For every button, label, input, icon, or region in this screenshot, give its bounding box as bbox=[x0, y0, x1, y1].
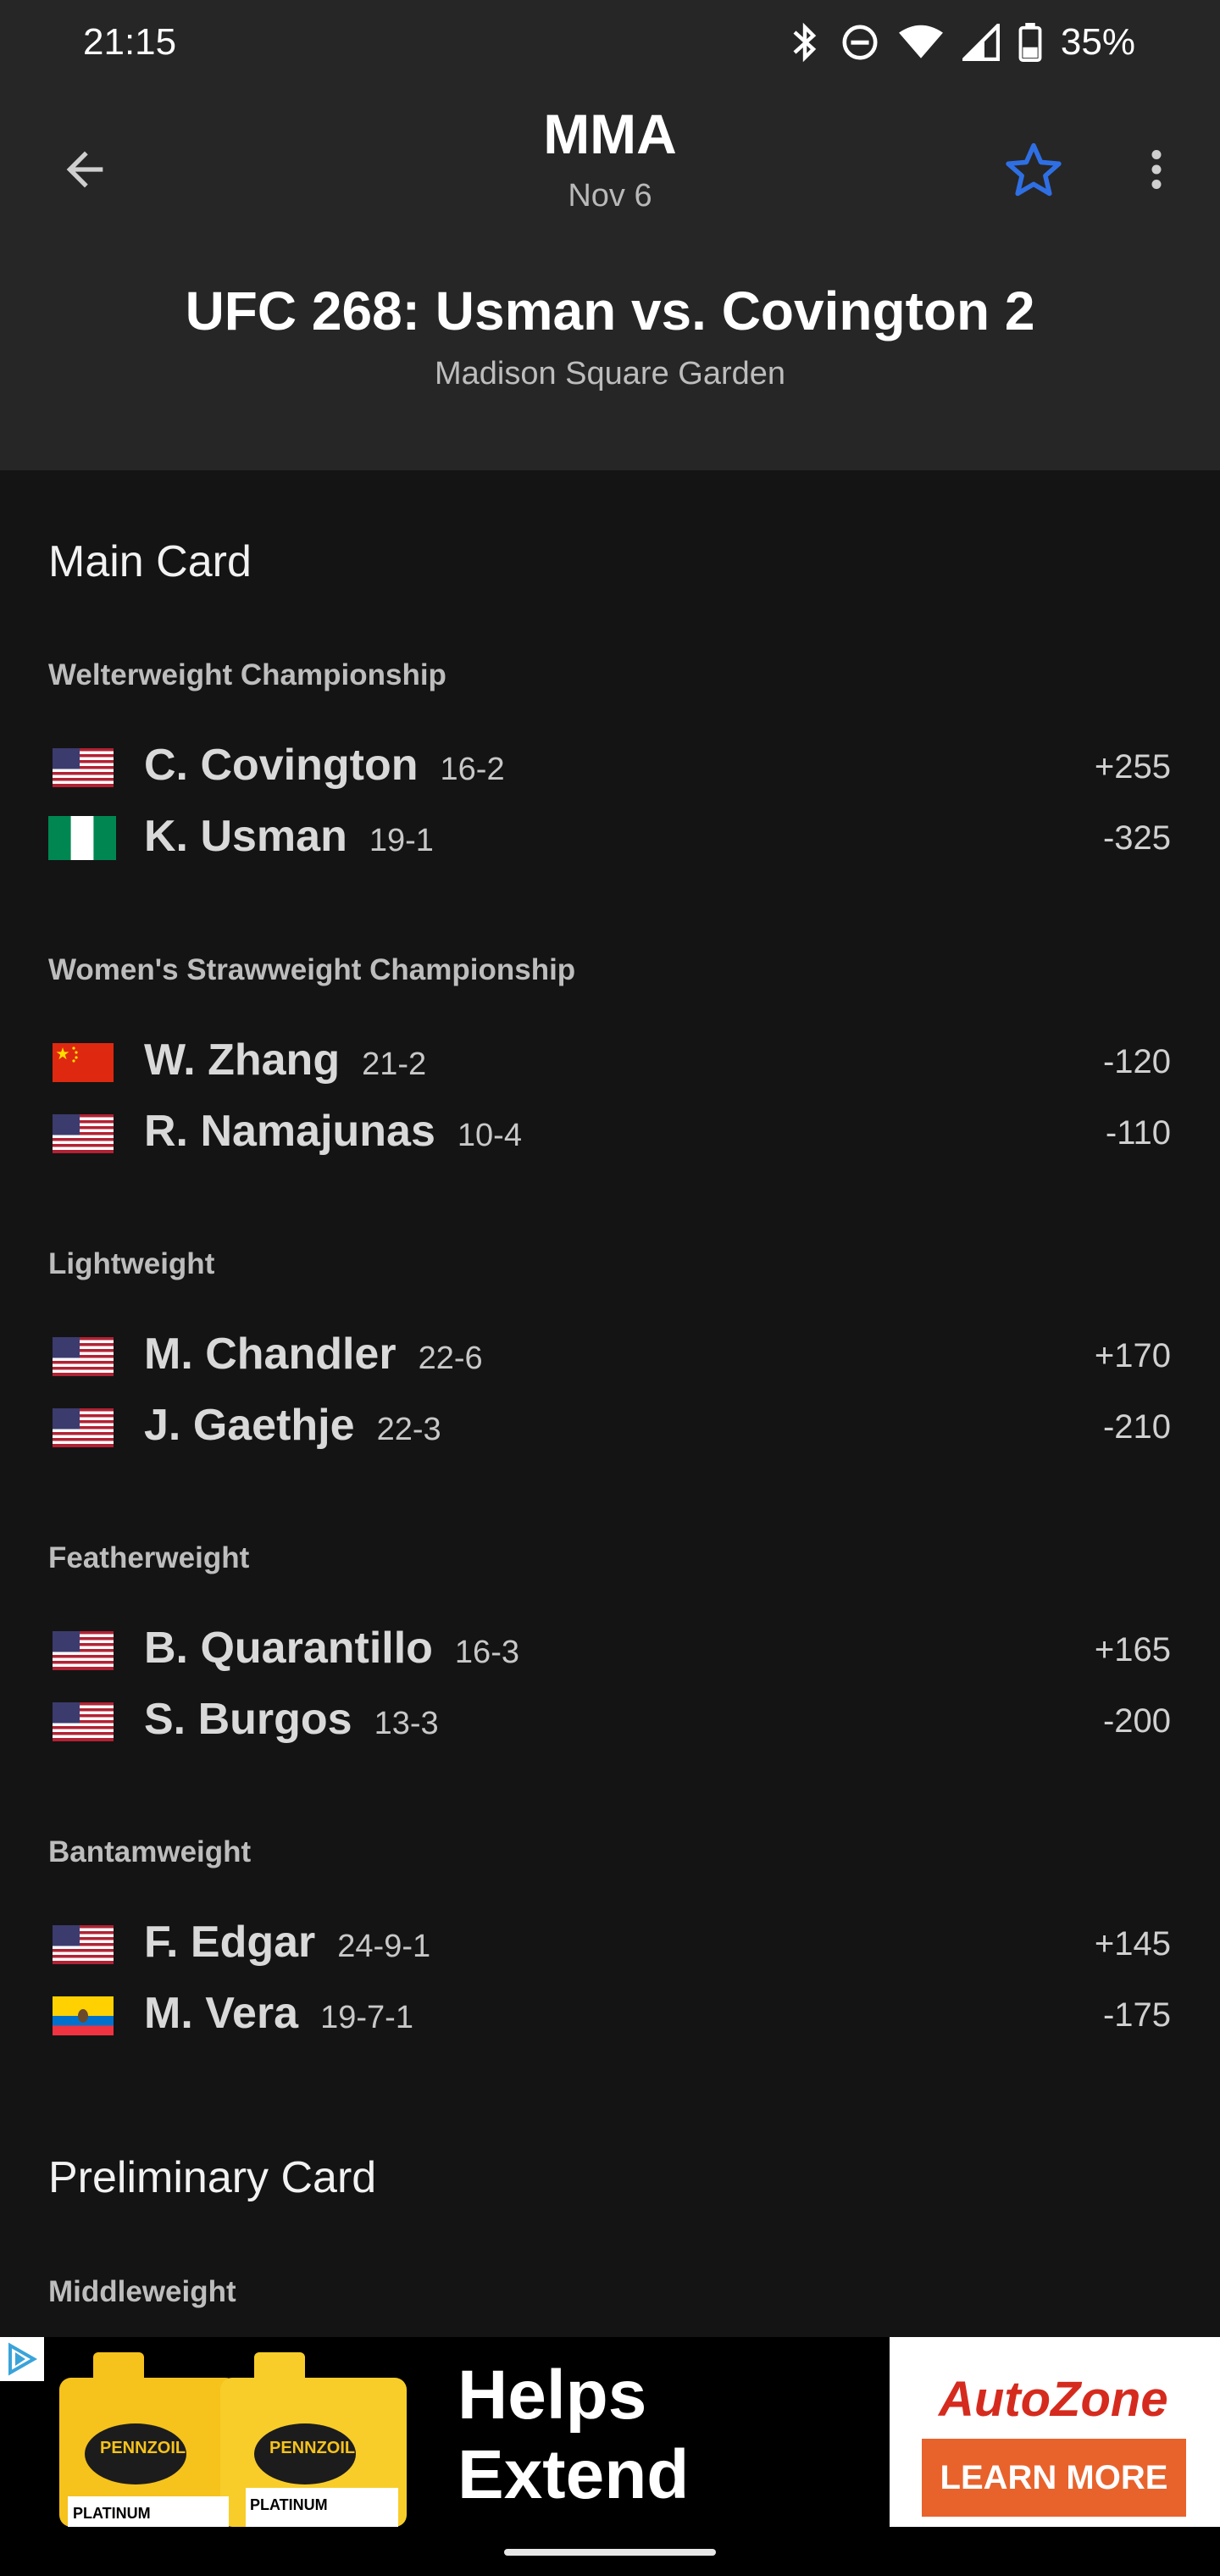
fighter-name: B. Quarantillo bbox=[144, 1624, 433, 1673]
ad-product-name: PENNZOIL bbox=[269, 2439, 356, 2457]
flag-china-icon bbox=[53, 1043, 114, 1082]
fighter-name: F. Edgar bbox=[144, 1918, 316, 1967]
signal-icon bbox=[962, 24, 1000, 61]
bluetooth-icon bbox=[793, 22, 817, 63]
wifi-icon bbox=[898, 25, 943, 58]
flag-nigeria-icon bbox=[48, 816, 116, 860]
ad-headline-line1: Helps Extend bbox=[458, 2357, 690, 2513]
weight-class: Bantamweight bbox=[48, 1835, 252, 1868]
flag-usa-icon bbox=[53, 1408, 114, 1447]
weight-class: Lightweight bbox=[48, 1247, 215, 1280]
fighter-odds: -110 bbox=[1105, 1114, 1171, 1152]
fighter-record: 13-3 bbox=[374, 1706, 439, 1741]
fighter-odds: +170 bbox=[1094, 1337, 1171, 1374]
event-title: UFC 268: Usman vs. Covington 2 bbox=[185, 280, 1035, 341]
fighter-row[interactable]: S. Burgos 13-3 -200 bbox=[0, 1687, 1220, 1755]
fighter-record: 24-9-1 bbox=[337, 1929, 431, 1964]
fighter-name: C. Covington bbox=[144, 741, 419, 790]
fighter-record: 16-2 bbox=[440, 752, 505, 787]
fighter-odds: -175 bbox=[1102, 1996, 1171, 2034]
flag-usa-icon bbox=[53, 1631, 114, 1670]
fighter-record: 21-2 bbox=[362, 1046, 427, 1082]
ad-learn-more-button[interactable]: LEARN MORE bbox=[922, 2439, 1186, 2517]
flag-usa-icon bbox=[53, 1925, 114, 1964]
ad-product-name: PENNZOIL bbox=[100, 2439, 186, 2457]
flag-usa-icon bbox=[53, 1114, 114, 1153]
flag-usa-icon bbox=[53, 1337, 114, 1376]
app-header: MMA Nov 6 UFC 268: Usman vs. Covington 2… bbox=[0, 85, 1220, 470]
flag-usa-icon bbox=[53, 748, 114, 787]
star-icon bbox=[1006, 142, 1062, 197]
section-preliminary-card: Preliminary Card bbox=[48, 2153, 377, 2202]
fighter-odds: -325 bbox=[1102, 819, 1171, 857]
ad-banner[interactable]: PENNZOIL PENNZOIL PLATINUM PLATINUM Help… bbox=[0, 2337, 1220, 2576]
fighter-odds: -120 bbox=[1102, 1043, 1171, 1080]
flag-ecuador-icon bbox=[53, 1996, 114, 2035]
fighter-row[interactable]: W. Zhang 21-2 -120 bbox=[0, 1028, 1220, 1096]
fighter-odds: +165 bbox=[1094, 1631, 1171, 1668]
fighter-record: 10-4 bbox=[457, 1118, 522, 1153]
fighter-record: 16-3 bbox=[454, 1635, 519, 1670]
fighter-row[interactable]: B. Quarantillo 16-3 +165 bbox=[0, 1616, 1220, 1684]
ad-product-sub: PLATINUM bbox=[73, 2505, 151, 2522]
do-not-disturb-icon bbox=[842, 25, 878, 60]
ad-choices-button[interactable] bbox=[0, 2337, 44, 2381]
event-venue: Madison Square Garden bbox=[434, 356, 786, 391]
fighter-row[interactable]: F. Edgar 24-9-1 +145 bbox=[0, 1910, 1220, 1978]
status-icons: 35% bbox=[788, 21, 1135, 64]
favorite-button[interactable] bbox=[995, 132, 1072, 208]
fighter-record: 19-7-1 bbox=[320, 2000, 413, 2035]
fighter-name: K. Usman bbox=[144, 812, 347, 861]
more-vert-icon bbox=[1151, 150, 1162, 189]
flag-usa-icon bbox=[53, 1702, 114, 1741]
fighter-record: 22-6 bbox=[418, 1341, 483, 1376]
fighter-name: M. Vera bbox=[144, 1989, 299, 2038]
fighter-row[interactable]: M. Chandler 22-6 +170 bbox=[0, 1322, 1220, 1390]
ad-creative[interactable]: PENNZOIL PENNZOIL PLATINUM PLATINUM Help… bbox=[0, 2337, 890, 2576]
status-bar: 21:15 35% bbox=[0, 0, 1220, 85]
system-nav-bar bbox=[0, 2527, 1220, 2576]
fighter-odds: +255 bbox=[1094, 748, 1171, 786]
section-main-card: Main Card bbox=[48, 537, 252, 586]
fighter-name: S. Burgos bbox=[144, 1695, 352, 1744]
fighter-odds: +145 bbox=[1094, 1925, 1171, 1963]
status-time: 21:15 bbox=[83, 21, 177, 63]
fighter-row[interactable]: C. Covington 16-2 +255 bbox=[0, 733, 1220, 801]
ad-choices-icon bbox=[8, 2342, 38, 2376]
fighter-odds: -200 bbox=[1102, 1702, 1171, 1740]
battery-percent: 35% bbox=[1060, 21, 1135, 63]
weight-class: Welterweight Championship bbox=[48, 658, 446, 691]
autozone-logo: AutoZone bbox=[939, 2372, 1168, 2427]
fighter-name: R. Namajunas bbox=[144, 1107, 435, 1156]
fighter-record: 22-3 bbox=[376, 1412, 441, 1447]
battery-icon bbox=[1018, 23, 1042, 62]
fighter-name: J. Gaethje bbox=[144, 1401, 355, 1450]
ad-product-sub: PLATINUM bbox=[250, 2496, 328, 2513]
fighter-row[interactable]: M. Vera 19-7-1 -175 bbox=[0, 1981, 1220, 2049]
fighter-name: M. Chandler bbox=[144, 1330, 396, 1379]
fighter-row[interactable]: J. Gaethje 22-3 -210 bbox=[0, 1393, 1220, 1461]
home-gesture-handle[interactable] bbox=[504, 2549, 716, 2556]
fighter-row[interactable]: R. Namajunas 10-4 -110 bbox=[0, 1099, 1220, 1167]
fighter-record: 19-1 bbox=[369, 823, 434, 858]
weight-class: Middleweight bbox=[48, 2275, 236, 2308]
more-options-button[interactable] bbox=[1123, 136, 1190, 203]
weight-class: Women's Strawweight Championship bbox=[48, 953, 576, 986]
fighter-name: W. Zhang bbox=[144, 1035, 341, 1085]
fighter-row[interactable]: K. Usman 19-1 -325 bbox=[0, 804, 1220, 872]
weight-class: Featherweight bbox=[48, 1541, 250, 1574]
fighter-odds: -210 bbox=[1102, 1408, 1171, 1446]
